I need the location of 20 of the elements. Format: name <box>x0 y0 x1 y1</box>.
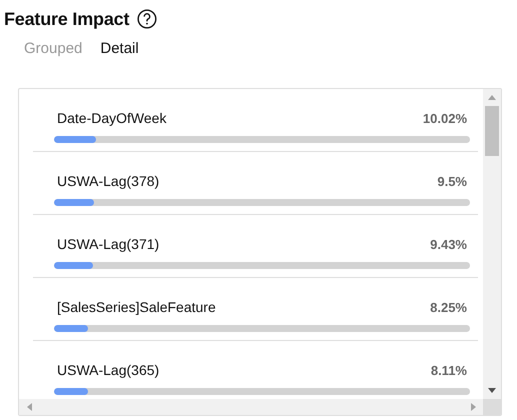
impact-value: 10.02% <box>422 110 467 126</box>
feature-name: Date-DayOfWeek <box>57 110 166 126</box>
horizontal-scrollbar[interactable] <box>19 399 501 415</box>
feature-name: [SalesSeries]SaleFeature <box>57 299 216 315</box>
scroll-down-icon[interactable] <box>488 388 496 393</box>
scrollbar-thumb[interactable] <box>485 106 499 156</box>
impact-value: 8.25% <box>430 300 467 314</box>
help-icon[interactable] <box>137 9 158 29</box>
impact-value: 9.5% <box>437 174 467 188</box>
feature-name: USWA-Lag(371) <box>57 236 160 252</box>
vertical-scrollbar[interactable] <box>483 89 501 399</box>
feature-name: USWA-Lag(365) <box>57 362 160 378</box>
scroll-right-icon[interactable] <box>471 403 476 411</box>
feature-name: USWA-Lag(378) <box>57 173 160 189</box>
panel-title: Feature Impact <box>4 8 130 30</box>
impact-value: 9.43% <box>430 236 467 252</box>
scroll-left-icon[interactable] <box>27 403 32 411</box>
scroll-up-icon[interactable] <box>488 95 496 100</box>
impact-value: 8.11% <box>430 362 467 378</box>
tab[interactable]: Detail <box>100 40 139 66</box>
